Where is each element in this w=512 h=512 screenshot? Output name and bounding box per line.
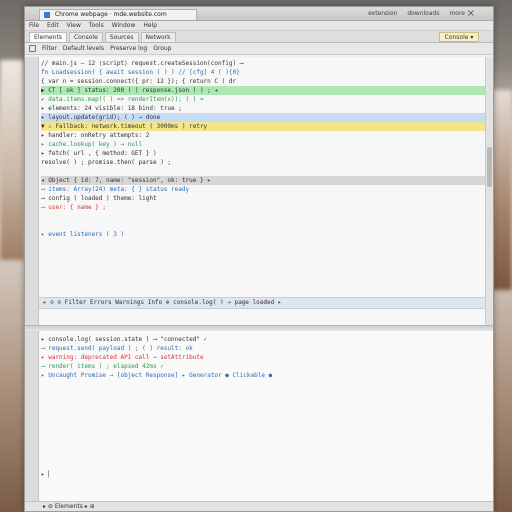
background-blur-left: [0, 60, 24, 260]
menu-window[interactable]: Window: [112, 22, 136, 29]
menu-tools[interactable]: Tools: [89, 22, 104, 29]
code-lines: // main.js — 12 ⟨script⟩ request.createS…: [41, 59, 489, 239]
browser-window: Chrome webpage · mde.website.com extensi…: [24, 6, 494, 512]
preserve-log-toggle[interactable]: Preserve log: [110, 45, 147, 52]
background-blur-right: [492, 90, 512, 290]
filter-bar-text: ▸ ⊙ ⊘ Filter Errors Warnings Info ⊕ cons…: [43, 299, 282, 306]
scroll-thumb[interactable]: [487, 147, 492, 187]
menu-file[interactable]: File: [29, 22, 39, 29]
tab-sources[interactable]: Sources: [104, 32, 139, 42]
menu-view[interactable]: View: [67, 22, 81, 29]
console-dropdown[interactable]: Console ▾: [439, 32, 479, 42]
console-pane[interactable]: ▸ console.log( session.state ) ⟶ "connec…: [25, 331, 493, 511]
extension-icon[interactable]: extension: [368, 10, 397, 17]
code-line: // main.js — 12 ⟨script⟩ request.createS…: [41, 60, 244, 67]
close-icon[interactable]: ×: [467, 8, 475, 19]
tab-elements[interactable]: Elements: [29, 32, 67, 42]
tab-network[interactable]: Network: [140, 32, 176, 42]
levels-dropdown[interactable]: Default levels: [63, 45, 104, 52]
code-line: ▼ ⚠ Fallback: network.timeout ( 3000ms )…: [41, 122, 489, 131]
code-line: ▸ elements: 24 visible: 18 bind: true ;: [41, 105, 182, 112]
code-line: ▶ CT [ ok ] status: 200 ( ) response.jso…: [41, 86, 489, 95]
code-line: ▸ cache.lookup( key ) → null: [41, 141, 143, 148]
code-line: ⟶ config ( loaded ) theme: light: [41, 195, 157, 202]
code-line: fn Loadsession( { await session ( ) ) //…: [41, 69, 240, 76]
code-line: ✔ data.items.map(( ) => renderItem(x)); …: [41, 96, 204, 103]
tab-console[interactable]: Console: [68, 32, 103, 42]
filter-icon[interactable]: [29, 45, 36, 52]
code-line: ▸ layout.update(grid); ( ) → done: [41, 113, 489, 122]
console-gutter: [25, 331, 39, 511]
line-gutter: [25, 57, 39, 327]
window-tab[interactable]: Chrome webpage · mde.website.com: [39, 9, 197, 20]
code-editor[interactable]: // main.js — 12 ⟨script⟩ request.createS…: [25, 57, 493, 327]
downloads-icon[interactable]: downloads: [407, 10, 439, 17]
code-line: ⟶ user: { name } ;: [41, 204, 107, 211]
filter-button[interactable]: Filter: [42, 45, 57, 52]
console-filter-bar[interactable]: ▸ ⊙ ⊘ Filter Errors Warnings Info ⊕ cons…: [39, 297, 491, 309]
menu-help[interactable]: Help: [143, 22, 157, 29]
console-line: ▸ Uncaught Promise → [object Response] ▸…: [41, 372, 273, 379]
window-title: Chrome webpage · mde.website.com: [54, 11, 167, 18]
menu-bar: File Edit View Tools Window Help: [25, 21, 493, 31]
vertical-scrollbar[interactable]: [485, 57, 493, 327]
console-line: ▸ warning: deprecated API call → setAttr…: [41, 354, 204, 361]
more-icon[interactable]: more: [449, 10, 465, 17]
devtools-tabs: Elements Console Sources Network Console…: [25, 31, 493, 43]
console-line: ▸ console.log( session.state ) ⟶ "connec…: [41, 336, 208, 343]
console-line: ⟶ request.send( payload ) ; ( ) result: …: [41, 345, 193, 352]
code-line: resolve( ) ; promise.then( parse ) ;: [41, 159, 172, 166]
toolbar: Filter Default levels Preserve log Group: [25, 43, 493, 55]
code-line: ⟶ items: Array(24) meta: { } status read…: [41, 186, 190, 193]
status-bar: ▸ ⊘ Elements ▸ ⊕: [25, 501, 493, 511]
console-lines: ▸ console.log( session.state ) ⟶ "connec…: [41, 335, 489, 479]
code-line: ▸ fetch( url , { method: GET } ): [41, 150, 157, 157]
code-line: ▸ handler: onRetry attempts: 2: [41, 132, 150, 139]
code-line: { var n = session.connect({ pr: 12 }); {…: [41, 78, 237, 85]
console-prompt[interactable]: ▸ ▏: [41, 470, 489, 479]
title-bar: Chrome webpage · mde.website.com extensi…: [25, 7, 493, 21]
code-line: ▸ event listeners ( 3 ): [41, 231, 125, 238]
window-controls: extension downloads more: [368, 10, 465, 17]
page-icon: [44, 11, 50, 18]
menu-edit[interactable]: Edit: [47, 22, 59, 29]
code-line: ◂ Object { id: 7, name: "session", ok: t…: [41, 176, 489, 185]
console-line: ⟶ render( items ) ; elapsed 42ms ✓: [41, 363, 164, 370]
group-toggle[interactable]: Group: [153, 45, 171, 52]
